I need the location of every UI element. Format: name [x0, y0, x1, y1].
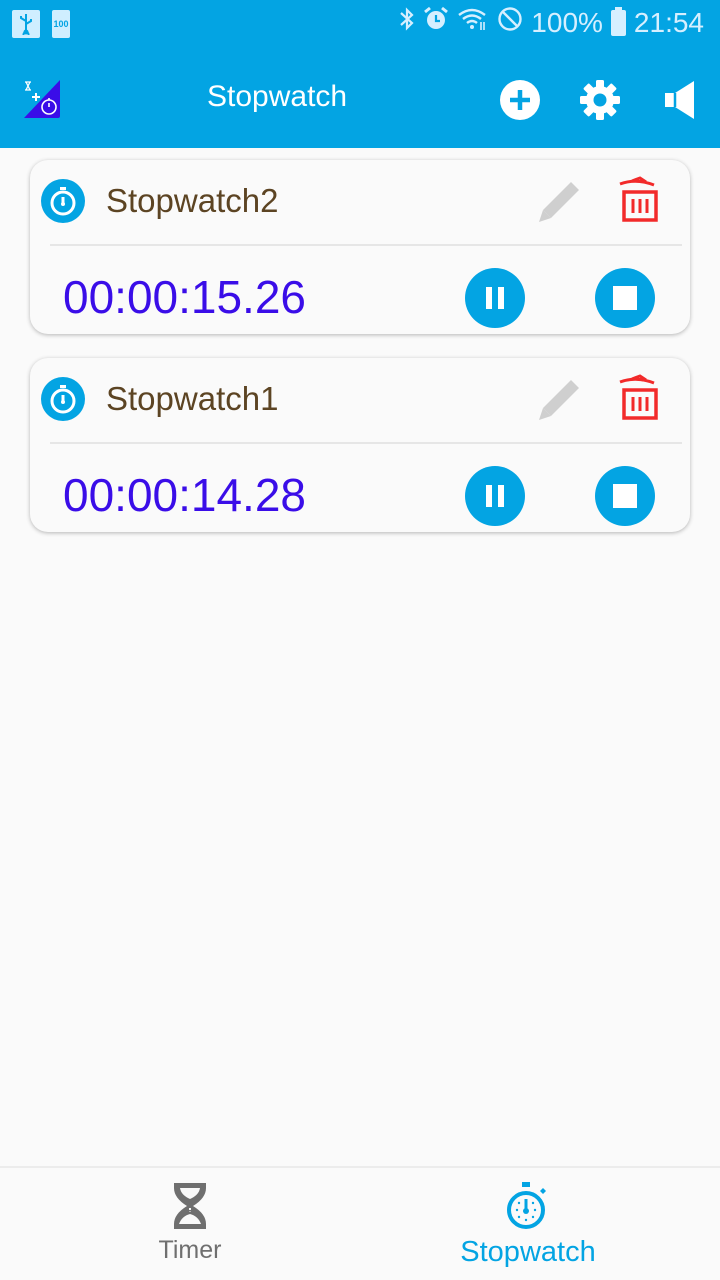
app-bar: Stopwatch: [0, 50, 720, 148]
add-stopwatch-button[interactable]: [498, 78, 542, 122]
settings-button[interactable]: [578, 78, 622, 122]
tab-timer[interactable]: Timer: [10, 1168, 370, 1280]
stop-button[interactable]: [595, 268, 655, 328]
stopwatch-card: Stopwatch2 00:00:15.26: [30, 160, 690, 334]
stop-icon: [613, 286, 637, 310]
tab-stopwatch[interactable]: Stopwatch: [348, 1168, 708, 1280]
battery-icon: [610, 6, 626, 36]
page-title: Stopwatch: [207, 80, 348, 113]
bottom-navigation: Timer Stopwatch: [0, 1166, 720, 1280]
stopwatch-name: Stopwatch1: [106, 380, 279, 417]
bluetooth-icon: [399, 6, 415, 39]
volume-icon: [665, 81, 694, 119]
pause-icon: [486, 287, 504, 309]
card-divider: [50, 244, 682, 246]
battery-100-icon: 100: [52, 10, 70, 38]
pause-icon: [486, 485, 504, 507]
delete-button[interactable]: [618, 374, 662, 422]
clock: 21:54: [633, 6, 704, 38]
trash-icon: [619, 176, 658, 222]
tab-timer-label: Timer: [158, 1236, 222, 1264]
wifi-icon: [457, 6, 489, 39]
stopwatch-icon: [41, 179, 85, 223]
add-icon: [500, 80, 540, 120]
stopwatch-card: Stopwatch1 00:00:14.28: [30, 358, 690, 532]
battery-small-label: 100: [53, 19, 69, 29]
tab-stopwatch-label: Stopwatch: [460, 1236, 596, 1268]
status-right: 100% 21:54: [399, 6, 704, 39]
elapsed-time: 00:00:15.26: [63, 271, 307, 323]
delete-button[interactable]: [618, 176, 662, 224]
app-logo-icon[interactable]: [22, 80, 62, 120]
stopwatch-icon: [41, 377, 85, 421]
status-bar: 100 100% 21:54: [0, 0, 720, 50]
stop-icon: [613, 484, 637, 508]
card-divider: [50, 442, 682, 444]
elapsed-time: 00:00:14.28: [63, 469, 307, 521]
stop-button[interactable]: [595, 466, 655, 526]
pause-button[interactable]: [465, 466, 525, 526]
settings-icon: [580, 80, 620, 120]
hourglass-icon: [173, 1182, 207, 1235]
trash-icon: [619, 374, 658, 420]
usb-icon: [12, 10, 40, 38]
volume-button[interactable]: [658, 78, 702, 122]
pencil-icon: [539, 182, 579, 222]
edit-button[interactable]: [535, 376, 583, 424]
edit-button[interactable]: [535, 178, 583, 226]
stopwatch-icon: [506, 1182, 550, 1237]
alarm-icon: [423, 6, 449, 39]
battery-percent: 100%: [531, 6, 603, 38]
status-left: 100: [12, 10, 70, 38]
do-not-disturb-icon: [497, 6, 523, 39]
pencil-icon: [539, 380, 579, 420]
pause-button[interactable]: [465, 268, 525, 328]
stopwatch-name: Stopwatch2: [106, 182, 279, 219]
